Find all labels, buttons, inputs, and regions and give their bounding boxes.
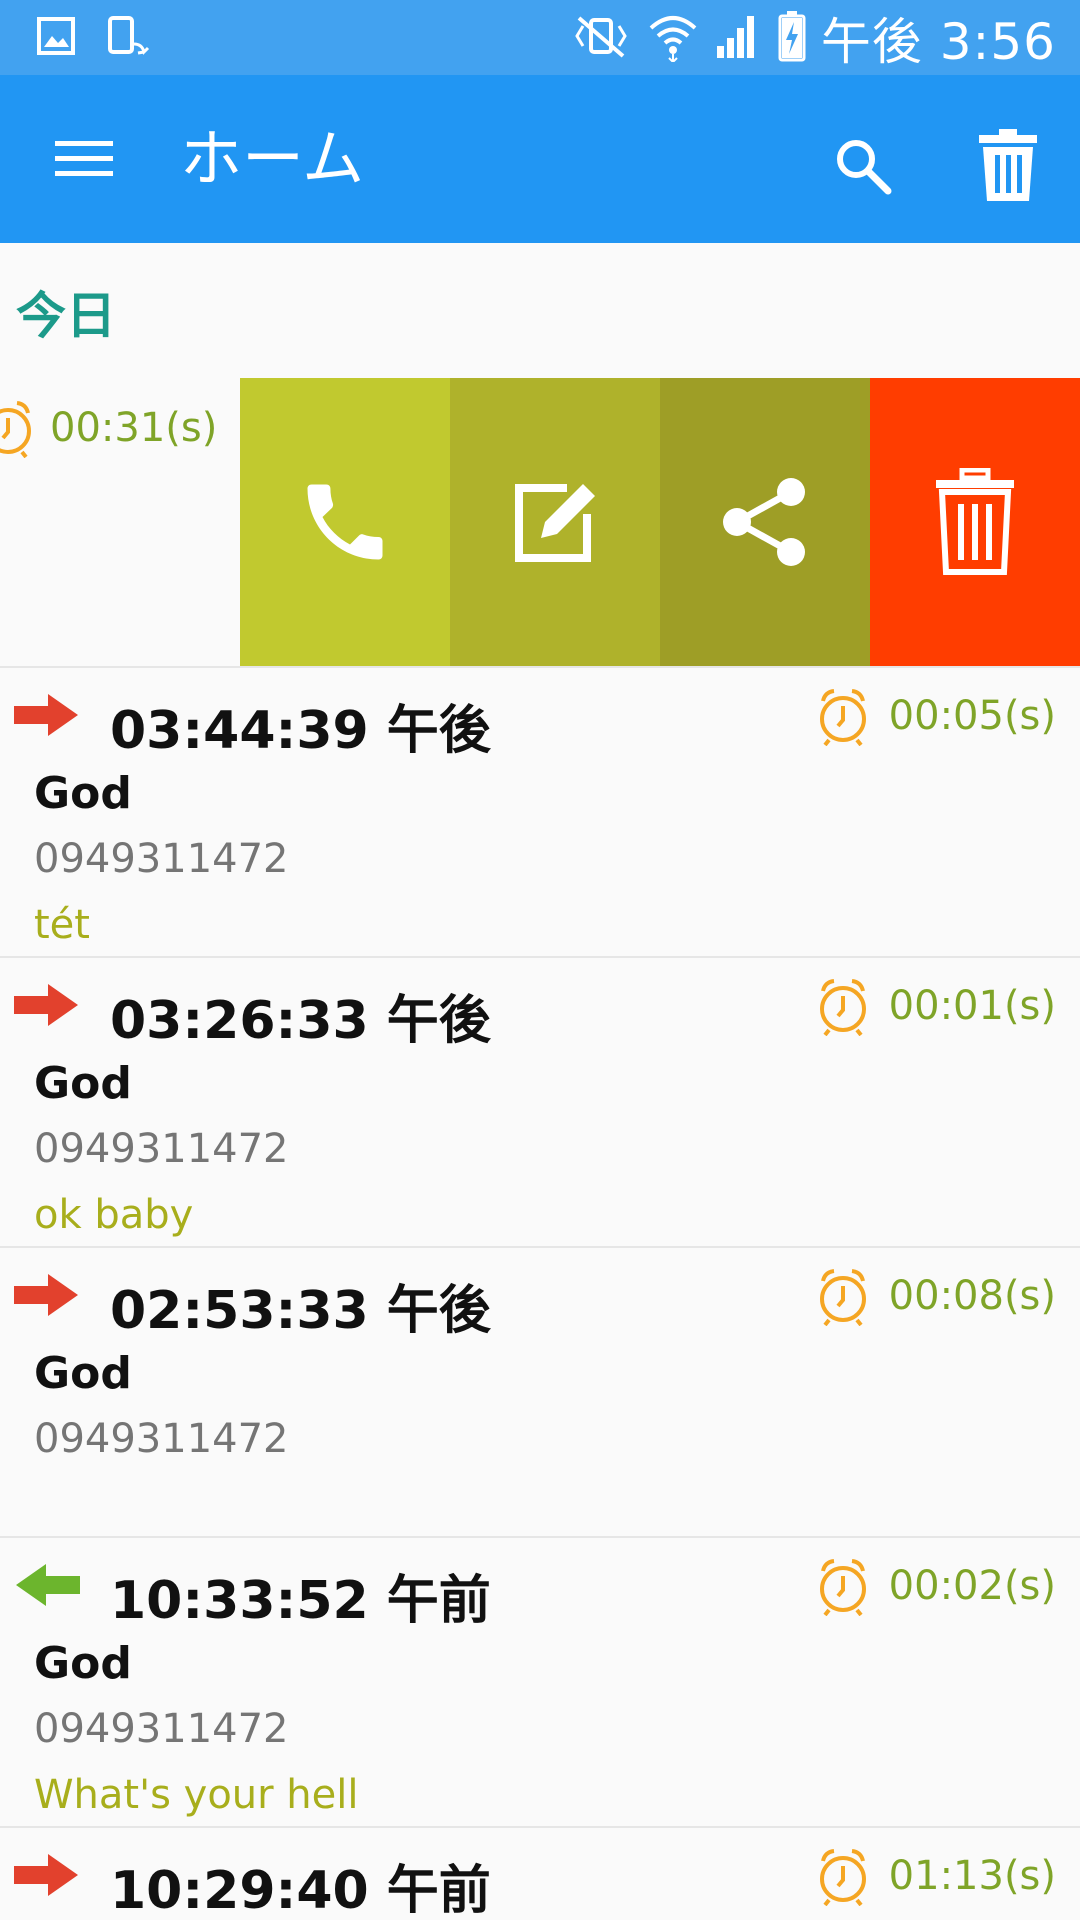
alarm-clock-icon xyxy=(819,1269,866,1326)
call-duration: 00:02(s) xyxy=(813,1556,1056,1616)
section-header-today: 今日 xyxy=(16,287,116,345)
app-bar: ホーム xyxy=(0,75,1080,243)
duration-text: 01:13(s) xyxy=(888,1853,1056,1899)
call-row[interactable]: 02:53:33 午後 00:08(s) God 0949311472 xyxy=(0,1246,1080,1536)
contact-name: God xyxy=(34,1348,132,1399)
wifi-icon xyxy=(647,10,699,66)
call-row[interactable]: 10:33:52 午前 00:02(s) God 0949311472 What… xyxy=(0,1536,1080,1826)
call-note: What's your hell xyxy=(34,1772,359,1818)
share-action-button[interactable] xyxy=(660,378,870,666)
call-time: 02:53:33 午後 xyxy=(110,1281,491,1341)
delete-all-button[interactable] xyxy=(960,115,1056,215)
alarm-clock-icon xyxy=(819,689,866,746)
phone-number: 0949311472 xyxy=(34,1416,289,1462)
vibrate-mute-icon xyxy=(569,12,633,64)
call-duration: 00:05(s) xyxy=(813,686,1056,746)
outgoing-arrow-icon xyxy=(14,1272,80,1322)
battery-charging-icon xyxy=(777,10,807,66)
phone-icon xyxy=(307,484,383,560)
share-icon xyxy=(723,478,805,566)
menu-button[interactable] xyxy=(44,127,124,191)
edit-icon xyxy=(515,484,595,562)
duration-text: 00:01(s) xyxy=(888,983,1056,1029)
outgoing-arrow-icon xyxy=(14,982,80,1032)
trash-icon xyxy=(979,129,1037,201)
edit-action-button[interactable] xyxy=(450,378,660,666)
outgoing-arrow-icon xyxy=(14,692,80,742)
duration-text: 00:05(s) xyxy=(888,693,1056,739)
alarm-clock-icon xyxy=(819,1559,866,1616)
contact-name: God xyxy=(34,1638,132,1689)
call-duration: 01:13(s) xyxy=(813,1846,1056,1906)
page-title: ホーム xyxy=(180,122,365,195)
screen-rotate-icon xyxy=(106,14,150,64)
alarm-clock-icon xyxy=(819,1849,866,1906)
call-time: 03:26:33 午後 xyxy=(110,991,491,1051)
call-duration: 00:01(s) xyxy=(813,976,1056,1036)
swiped-row-duration: 00:31(s) xyxy=(0,398,217,458)
phone-number: 0949311472 xyxy=(34,1706,289,1752)
search-icon xyxy=(837,140,892,195)
call-note: ok baby xyxy=(34,1192,194,1238)
delete-action-button[interactable] xyxy=(870,378,1080,666)
phone-number: 0949311472 xyxy=(34,1126,289,1172)
trash-icon xyxy=(936,468,1014,575)
call-action-button[interactable] xyxy=(240,378,450,666)
status-bar: 午後 3:56 xyxy=(0,0,1080,75)
call-time: 10:33:52 午前 xyxy=(110,1571,491,1631)
duration-text: 00:08(s) xyxy=(888,1273,1056,1319)
swipe-actions xyxy=(240,378,1080,666)
swiped-call-row[interactable]: 00:31(s) xyxy=(0,378,1080,666)
hamburger-menu-icon xyxy=(55,141,113,176)
alarm-clock-icon xyxy=(0,401,31,458)
search-button[interactable] xyxy=(818,121,908,211)
call-note: tét xyxy=(34,902,90,948)
alarm-clock-icon xyxy=(819,979,866,1036)
gallery-icon xyxy=(36,14,76,64)
signal-icon xyxy=(713,12,763,64)
contact-name: God xyxy=(34,768,132,819)
call-row[interactable]: 03:44:39 午後 00:05(s) God 0949311472 tét xyxy=(0,666,1080,956)
call-row[interactable]: 10:29:40 午前 01:13(s) xyxy=(0,1826,1080,1920)
call-duration: 00:08(s) xyxy=(813,1266,1056,1326)
call-time: 03:44:39 午後 xyxy=(110,701,491,761)
incoming-arrow-icon xyxy=(14,1562,80,1612)
call-time: 10:29:40 午前 xyxy=(110,1861,491,1920)
phone-number: 0949311472 xyxy=(34,836,289,882)
duration-text: 00:02(s) xyxy=(888,1563,1056,1609)
outgoing-arrow-icon xyxy=(14,1852,80,1902)
call-row[interactable]: 03:26:33 午後 00:01(s) God 0949311472 ok b… xyxy=(0,956,1080,1246)
duration-text: 00:31(s) xyxy=(50,405,218,451)
status-time: 午後 3:56 xyxy=(820,13,1056,71)
contact-name: God xyxy=(34,1058,132,1109)
